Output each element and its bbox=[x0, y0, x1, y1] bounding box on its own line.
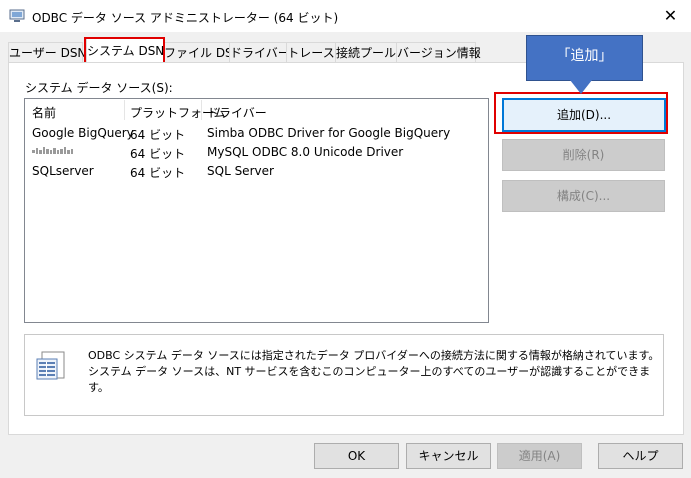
row-name[interactable]: Google BigQuery bbox=[32, 126, 134, 140]
tab-about[interactable]: バージョン情報 bbox=[396, 42, 481, 63]
info-description: ODBC システム データ ソースには指定されたデータ プロバイダーへの接続方法… bbox=[88, 349, 660, 394]
row-driver: SQL Server bbox=[207, 164, 274, 178]
window-title: ODBC データ ソース アドミニストレーター (64 ビット) bbox=[32, 11, 339, 25]
column-divider bbox=[201, 100, 202, 120]
tab-connection-pooling[interactable]: 接続プール bbox=[335, 42, 397, 63]
list-label: システム データ ソース(S): bbox=[25, 81, 173, 95]
column-header-driver[interactable]: ドライバー bbox=[207, 104, 267, 121]
row-driver: MySQL ODBC 8.0 Unicode Driver bbox=[207, 145, 404, 159]
row-driver: Simba ODBC Driver for Google BigQuery bbox=[207, 126, 451, 140]
column-divider bbox=[124, 100, 125, 120]
row-platform: 64 ビット bbox=[130, 147, 186, 161]
odbc-app-icon bbox=[9, 9, 25, 23]
configure-button[interactable]: 構成(C)... bbox=[502, 180, 665, 212]
tab-drivers[interactable]: ドライバー bbox=[229, 42, 290, 63]
row-platform: 64 ビット bbox=[130, 128, 186, 142]
ok-button[interactable]: OK bbox=[314, 443, 399, 469]
tab-tracing[interactable]: トレース bbox=[286, 42, 336, 63]
cancel-button[interactable]: キャンセル bbox=[406, 443, 491, 469]
tab-file-dsn[interactable]: ファイル DSN bbox=[163, 42, 242, 63]
help-button[interactable]: ヘルプ bbox=[598, 443, 683, 469]
remove-button[interactable]: 削除(R) bbox=[502, 139, 665, 171]
add-highlight-frame bbox=[494, 92, 668, 134]
data-source-icon bbox=[36, 351, 68, 381]
tab-user-dsn[interactable]: ユーザー DSN bbox=[8, 42, 86, 63]
apply-button[interactable]: 適用(A) bbox=[497, 443, 582, 469]
close-icon[interactable]: ✕ bbox=[650, 0, 691, 32]
callout-label: 「追加」 bbox=[526, 35, 643, 81]
row-platform: 64 ビット bbox=[130, 166, 186, 180]
callout-pointer bbox=[570, 80, 592, 94]
row-name[interactable]: SQLserver bbox=[32, 164, 94, 178]
redacted-name-blur[interactable] bbox=[32, 145, 74, 157]
column-header-name[interactable]: 名前 bbox=[32, 104, 56, 121]
